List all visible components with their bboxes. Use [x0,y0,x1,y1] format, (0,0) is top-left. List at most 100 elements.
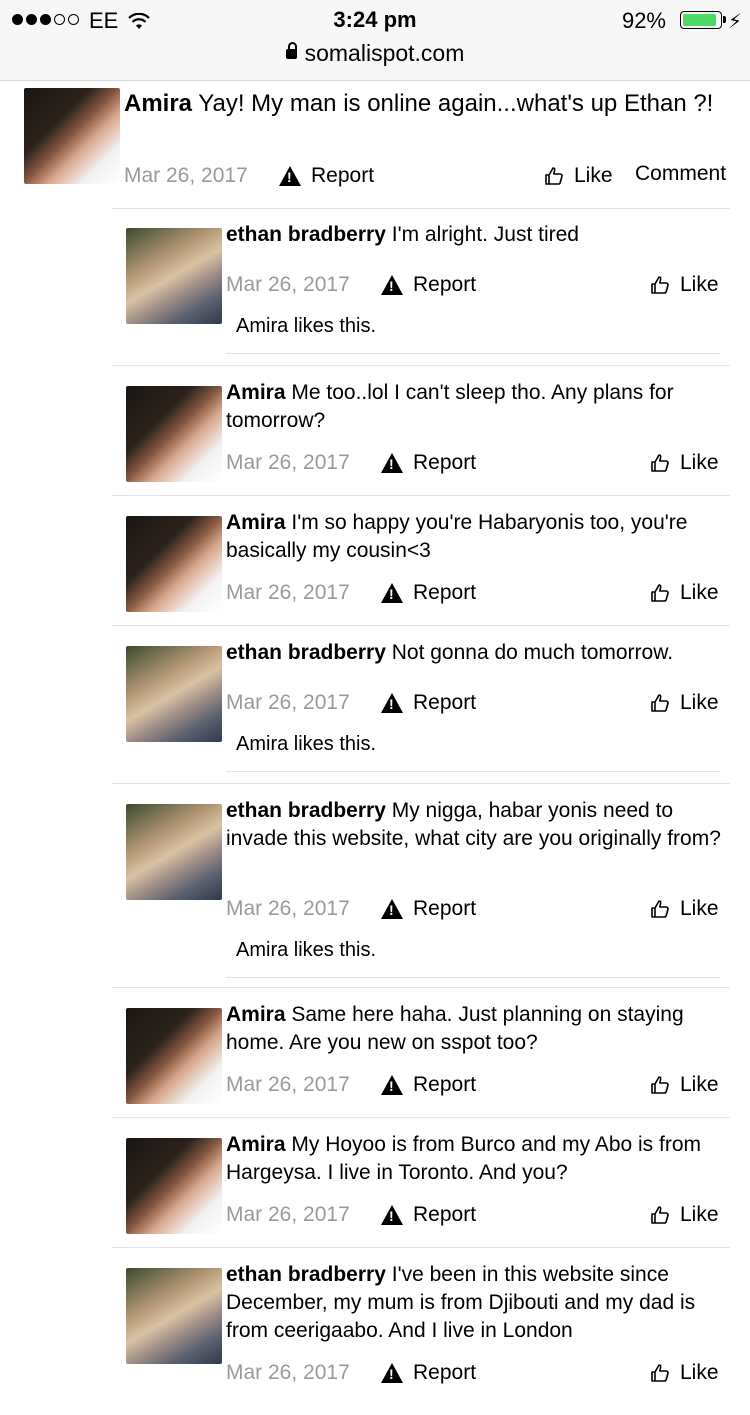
like-label: Like [680,1203,719,1226]
like-button[interactable]: Like [650,1359,719,1387]
comment-body: Amira My Hoyoo is from Burco and my Abo … [226,1131,726,1187]
warning-icon [381,453,403,473]
comment-date: Mar 26, 2017 [226,1203,350,1226]
like-button[interactable]: Like [650,449,719,477]
comment-author[interactable]: ethan bradberry [226,223,386,246]
comment-date: Mar 26, 2017 [226,1073,350,1096]
comment-author[interactable]: Amira [226,1133,286,1156]
report-button[interactable]: Report [381,689,476,717]
report-button[interactable]: Report [279,162,374,190]
thumbs-up-icon [650,275,670,295]
comment-body: ethan bradberry I've been in this websit… [226,1261,726,1345]
avatar[interactable] [126,804,222,900]
avatar[interactable] [126,386,222,482]
thumbs-up-icon [544,166,564,186]
comment-author[interactable]: Amira [226,1003,286,1026]
report-button[interactable]: Report [381,1071,476,1099]
avatar[interactable] [126,516,222,612]
report-button[interactable]: Report [381,1359,476,1387]
comment-author[interactable]: Amira [226,511,286,534]
reply-comment: ethan bradberry I've been in this websit… [0,1263,750,1415]
thumbs-up-icon [650,1205,670,1225]
avatar[interactable] [126,228,222,324]
comment-meta: Mar 26, 2017 Report Like [226,1201,726,1229]
comment-body: ethan bradberry I'm alright. Just tired [226,221,726,249]
report-button[interactable]: Report [381,271,476,299]
comment-meta: Mar 26, 2017 Report Like [226,1359,726,1387]
avatar[interactable] [126,1138,222,1234]
comment-divider [112,208,730,209]
thumbs-up-icon [650,693,670,713]
comment-body: Amira Me too..lol I can't sleep tho. Any… [226,379,726,435]
comment-body: Amira Same here haha. Just planning on s… [226,1001,726,1057]
avatar[interactable] [126,1268,222,1364]
comment-author[interactable]: ethan bradberry [226,641,386,664]
comment-divider [112,1247,730,1248]
likes-summary: Amira likes this. [236,315,377,337]
avatar[interactable] [126,646,222,742]
comment-meta: Mar 26, 2017 Report Like Comment [124,162,744,190]
warning-icon [381,693,403,713]
report-label: Report [413,691,477,714]
browser-top-bar: EE 3:24 pm 92% ⚡︎ somalispot.com [0,0,750,81]
report-label: Report [413,897,477,920]
like-label: Like [680,1073,719,1096]
comment-divider [112,783,730,784]
comment-date: Mar 26, 2017 [226,897,350,920]
charging-icon: ⚡︎ [727,11,742,33]
like-button[interactable]: Like [544,162,613,190]
comment-text: Yay! My man is online again...what's up … [198,90,714,117]
like-label: Like [680,897,719,920]
like-button[interactable]: Like [650,895,719,923]
thumbs-up-icon [650,1363,670,1383]
like-button[interactable]: Like [650,579,719,607]
report-label: Report [413,1203,477,1226]
like-button[interactable]: Like [650,1071,719,1099]
comment-author[interactable]: ethan bradberry [226,799,386,822]
comment-divider [112,1117,730,1118]
report-label: Report [413,581,477,604]
address-bar[interactable]: somalispot.com [0,40,750,67]
comment-author[interactable]: Amira [124,90,192,117]
warning-icon [381,1075,403,1095]
comment-body: ethan bradberry Not gonna do much tomorr… [226,639,726,667]
comment-date: Mar 26, 2017 [226,581,350,604]
likes-divider [226,353,720,354]
like-label: Like [680,273,719,296]
like-button[interactable]: Like [650,271,719,299]
avatar[interactable] [24,88,120,184]
comment-author[interactable]: ethan bradberry [226,1263,386,1286]
report-button[interactable]: Report [381,579,476,607]
report-label: Report [413,1361,477,1384]
comment-divider [112,495,730,496]
report-button[interactable]: Report [381,449,476,477]
reply-comment: ethan bradberry I'm alright. Just tired M… [0,223,750,375]
comment-body: ethan bradberry My nigga, habar yonis ne… [226,797,726,853]
like-label: Like [680,1361,719,1384]
like-button[interactable]: Like [650,1201,719,1229]
comment-date: Mar 26, 2017 [226,273,350,296]
report-label: Report [311,164,375,187]
comment-text: Same here haha. Just planning on staying… [226,1003,684,1054]
comment-meta: Mar 26, 2017 Report Like [226,689,726,717]
comment-date: Mar 26, 2017 [124,164,248,187]
like-label: Like [680,691,719,714]
avatar[interactable] [126,1008,222,1104]
url-domain: somalispot.com [304,40,465,66]
like-button[interactable]: Like [650,689,719,717]
likes-summary: Amira likes this. [236,939,377,961]
warning-icon [381,275,403,295]
report-button[interactable]: Report [381,895,476,923]
comment-body: Amira Yay! My man is online again...what… [124,87,724,120]
thread-comment: Amira Yay! My man is online again...what… [0,86,750,196]
report-label: Report [413,273,477,296]
battery-tip [723,16,726,23]
like-label: Like [574,164,613,187]
comment-meta: Mar 26, 2017 Report Like [226,1071,726,1099]
report-button[interactable]: Report [381,1201,476,1229]
comment-author[interactable]: Amira [226,381,286,404]
likes-divider [226,771,720,772]
thumbs-up-icon [650,1075,670,1095]
comment-button[interactable]: Comment [635,160,726,188]
warning-icon [381,899,403,919]
